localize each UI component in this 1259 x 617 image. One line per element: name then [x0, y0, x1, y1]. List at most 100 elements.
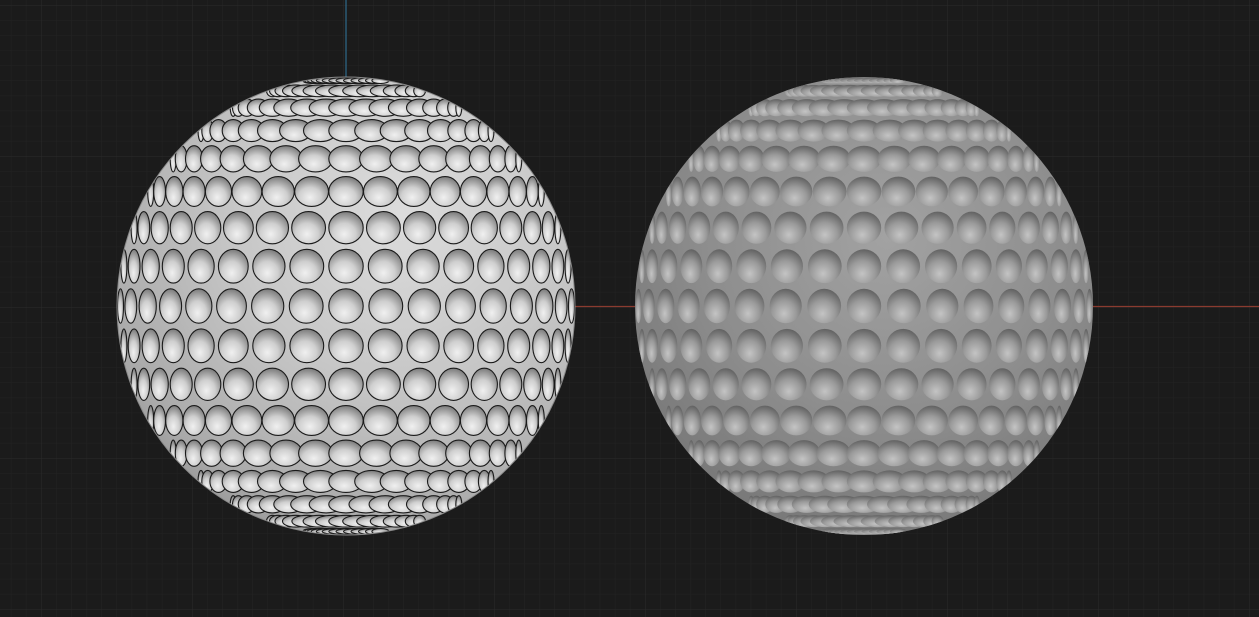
dimple: [846, 440, 882, 467]
dimple: [468, 145, 492, 173]
dimple: [723, 405, 750, 436]
dimple: [1017, 211, 1040, 244]
dimple: [761, 440, 792, 467]
dimple: [525, 405, 539, 436]
dimple: [877, 440, 912, 467]
dimple: [816, 440, 851, 467]
dimple: [703, 440, 721, 467]
dimple: [507, 248, 531, 284]
dimple: [915, 405, 948, 436]
dimple: [881, 405, 916, 436]
dimple: [956, 211, 987, 244]
dimple: [884, 211, 919, 244]
3d-viewport[interactable]: [0, 0, 1259, 617]
dimple: [499, 367, 523, 401]
dimple: [269, 145, 303, 173]
dimple: [925, 328, 958, 363]
dimple: [141, 328, 160, 364]
dimple: [706, 249, 733, 284]
dimple: [1017, 368, 1040, 401]
dimple: [812, 405, 847, 436]
dimple: [995, 328, 1023, 363]
dimple: [701, 405, 724, 436]
dimple: [291, 367, 327, 401]
dimple: [407, 288, 441, 324]
dimple: [445, 288, 476, 324]
dimple: [470, 211, 498, 245]
dimple: [741, 211, 772, 244]
dimple: [488, 145, 508, 173]
dimple: [734, 288, 765, 324]
dimple: [750, 405, 780, 436]
dimple: [948, 405, 978, 436]
sphere-smooth[interactable]: [635, 77, 1093, 535]
dimple: [486, 176, 510, 207]
viewport-canvas[interactable]: [0, 0, 1259, 617]
dimple: [127, 248, 141, 284]
dimple: [477, 328, 505, 364]
dimple: [169, 367, 193, 401]
dimple: [418, 145, 450, 173]
dimple: [161, 328, 185, 364]
dimple: [1050, 249, 1068, 284]
dimple: [541, 211, 555, 245]
dimple: [1007, 440, 1025, 467]
dimple: [328, 405, 364, 436]
dimple: [365, 211, 401, 245]
dimple: [479, 288, 507, 324]
dimple: [532, 328, 551, 364]
dimple: [204, 176, 233, 207]
dimple: [187, 328, 215, 364]
dimple: [255, 367, 290, 401]
dimple: [288, 288, 324, 324]
dimple: [251, 288, 285, 324]
dimple: [182, 176, 206, 207]
dimple: [438, 367, 470, 401]
dimple: [1028, 288, 1051, 324]
dimple: [1004, 405, 1027, 436]
dimple: [200, 439, 224, 467]
dimple: [736, 249, 767, 284]
dimple: [389, 145, 423, 173]
dimple: [683, 405, 701, 436]
dimple: [989, 368, 1016, 401]
dimple: [508, 405, 527, 436]
dimple: [445, 439, 473, 467]
dimple: [551, 328, 565, 364]
dimple: [635, 288, 642, 324]
dimple: [252, 248, 286, 284]
dimple: [846, 211, 882, 244]
dimple: [1060, 211, 1073, 244]
dimple: [298, 439, 333, 467]
dimple: [886, 328, 921, 363]
dimple: [816, 145, 851, 172]
dimple: [389, 439, 423, 467]
dimple: [194, 211, 222, 245]
dimple: [718, 145, 741, 172]
dimple: [642, 288, 655, 324]
dimple: [445, 145, 473, 173]
dimple: [554, 288, 568, 324]
dimple: [402, 367, 437, 401]
sphere-outlined[interactable]: [116, 76, 576, 536]
dimple: [680, 328, 703, 363]
dimple: [809, 211, 844, 244]
dimple: [488, 439, 508, 467]
dimple: [459, 176, 488, 207]
dimple: [936, 145, 967, 172]
dimple: [780, 405, 813, 436]
dimple: [477, 248, 505, 284]
dimple: [926, 288, 959, 324]
dimple: [362, 176, 398, 207]
dimple: [165, 176, 184, 207]
dimple: [646, 328, 658, 363]
dimple: [1044, 405, 1057, 436]
dimple: [328, 211, 364, 245]
dimple: [294, 405, 330, 436]
dimple: [200, 145, 224, 173]
dimple: [269, 439, 303, 467]
dimple: [1050, 328, 1068, 363]
dimple: [770, 328, 804, 363]
dimple: [219, 145, 247, 173]
dimple: [217, 248, 249, 284]
